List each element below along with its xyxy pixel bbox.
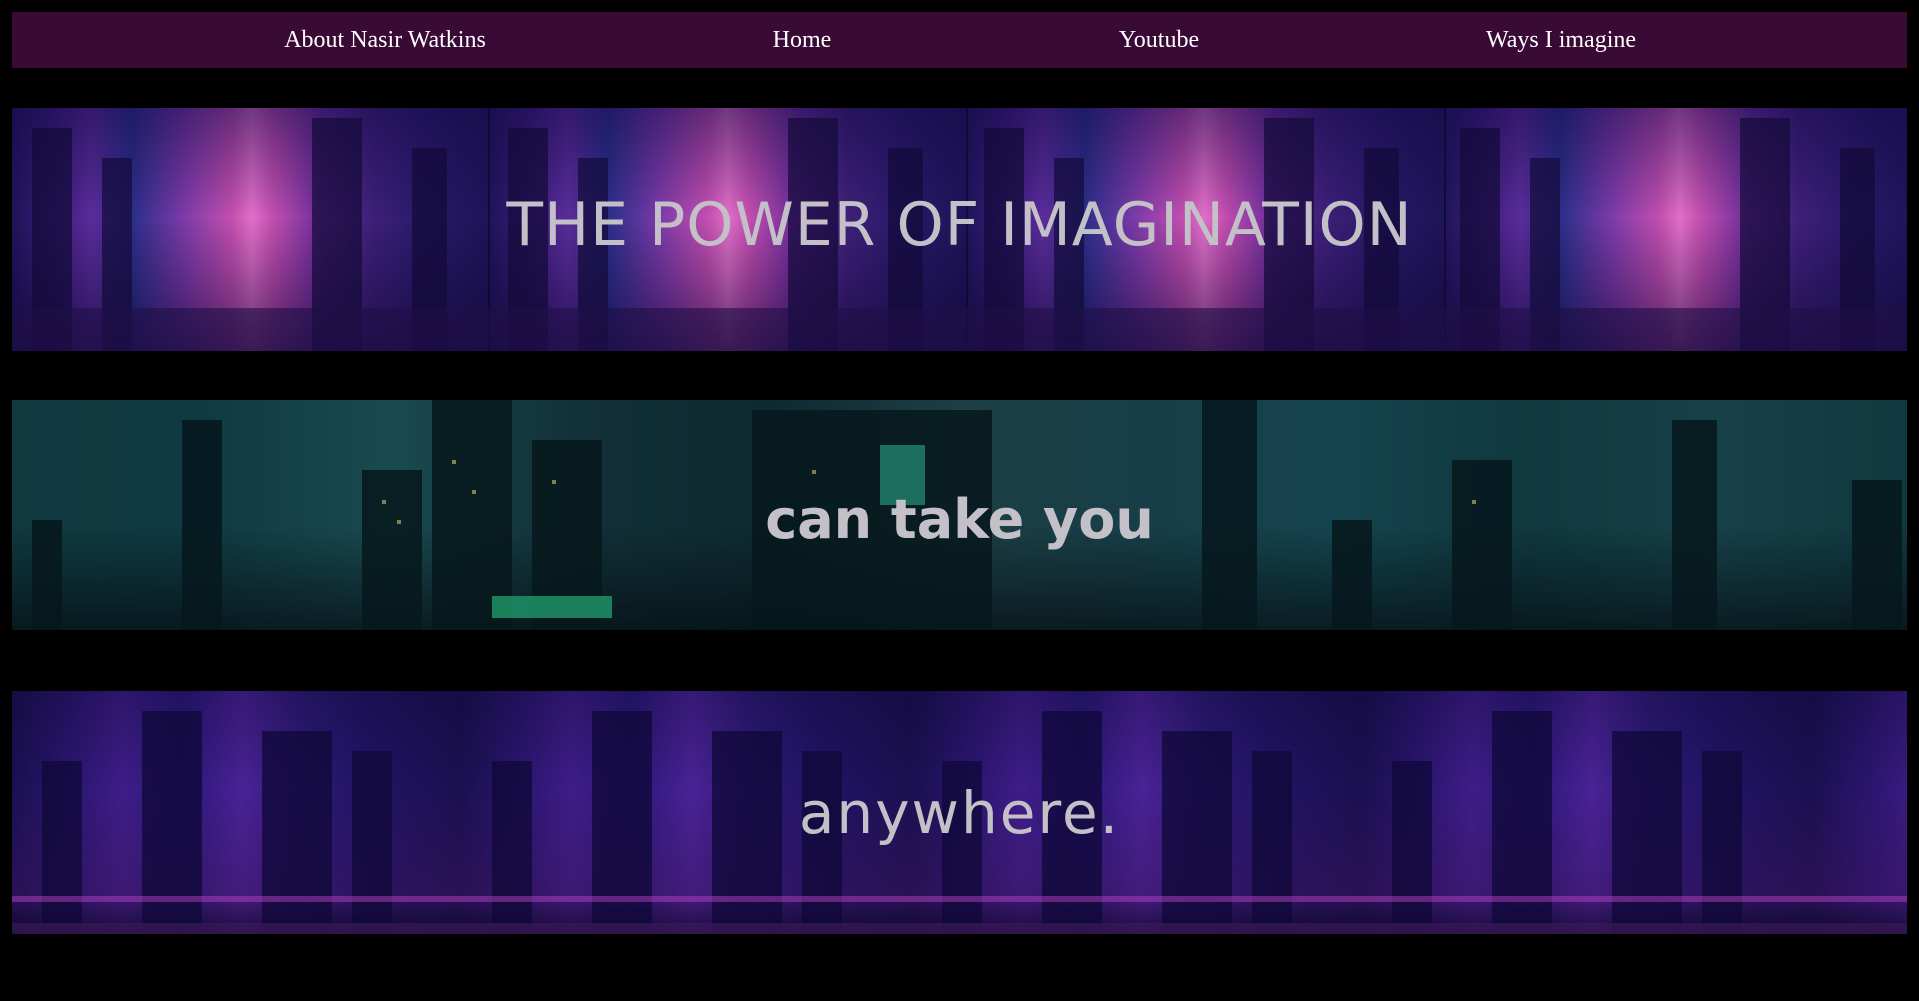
- hero-banner-neon-city: THE POWER OF IMAGINATION: [12, 108, 1907, 351]
- nav-link-youtube[interactable]: Youtube: [1119, 12, 1199, 68]
- top-navigation-bar: About Nasir Watkins Home Youtube Ways I …: [12, 12, 1907, 68]
- hero-banner-purple-city: anywhere.: [12, 691, 1907, 934]
- banner-heading-anywhere: anywhere.: [798, 779, 1121, 847]
- hero-banner-teal-skyline: can take you: [12, 400, 1907, 630]
- banner-heading-can-take-you: can take you: [765, 488, 1154, 551]
- nav-link-ways-i-imagine[interactable]: Ways I imagine: [1486, 12, 1636, 68]
- nav-link-home[interactable]: Home: [773, 12, 832, 68]
- banner-heading-power-of-imagination: THE POWER OF IMAGINATION: [506, 190, 1413, 260]
- nav-link-about-nasir-watkins[interactable]: About Nasir Watkins: [284, 12, 486, 68]
